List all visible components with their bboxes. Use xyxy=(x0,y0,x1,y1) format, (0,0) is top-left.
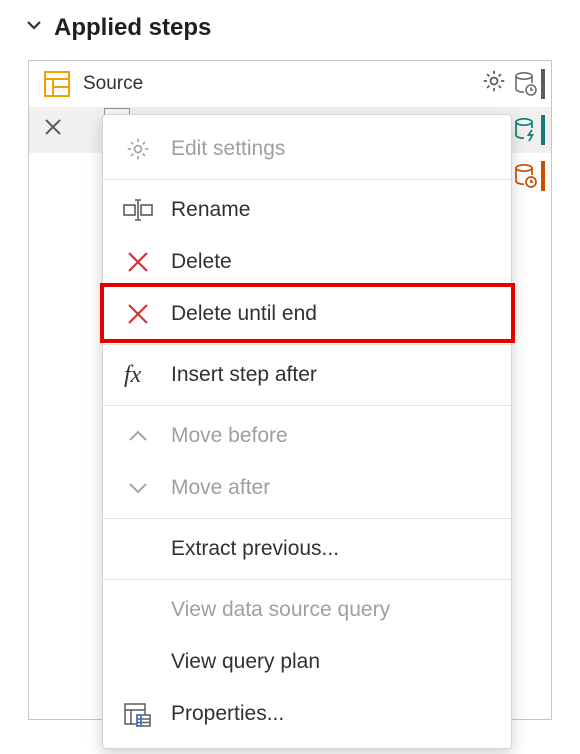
menu-properties[interactable]: Properties... xyxy=(103,688,511,740)
menu-label: Properties... xyxy=(171,702,284,726)
menu-label: View data source query xyxy=(171,598,390,622)
delete-x-icon xyxy=(123,299,153,329)
menu-view-data-source-query[interactable]: View data source query xyxy=(103,584,511,636)
panel-title: Applied steps xyxy=(54,14,211,42)
step-label: Source xyxy=(79,73,473,95)
table-icon xyxy=(43,70,71,98)
blank-icon xyxy=(123,595,153,625)
menu-label: Edit settings xyxy=(171,137,285,161)
menu-label: Insert step after xyxy=(171,363,317,387)
menu-move-after[interactable]: Move after xyxy=(103,462,511,514)
chevron-down-icon xyxy=(123,473,153,503)
menu-label: View query plan xyxy=(171,650,320,674)
delete-x-icon xyxy=(123,247,153,277)
placeholder-icon xyxy=(73,116,101,144)
database-lightning-icon xyxy=(513,115,545,145)
menu-edit-settings[interactable]: Edit settings xyxy=(103,123,511,175)
menu-separator xyxy=(103,179,511,180)
close-icon[interactable] xyxy=(41,115,65,145)
step-source[interactable]: Source xyxy=(29,61,551,107)
menu-label: Move after xyxy=(171,476,270,500)
menu-label: Delete xyxy=(171,250,232,274)
properties-icon xyxy=(123,699,153,729)
menu-rename[interactable]: Rename xyxy=(103,184,511,236)
database-clock-icon xyxy=(513,161,545,191)
menu-label: Delete until end xyxy=(171,302,317,326)
svg-text:fx: fx xyxy=(124,362,142,388)
menu-insert-step-after[interactable]: fx Insert step after xyxy=(103,349,511,401)
menu-label: Rename xyxy=(171,198,250,222)
menu-separator xyxy=(103,518,511,519)
fx-icon: fx xyxy=(123,360,153,390)
applied-steps-header[interactable]: Applied steps xyxy=(0,0,580,52)
menu-label: Extract previous... xyxy=(171,537,339,561)
gear-icon[interactable] xyxy=(481,68,507,100)
rename-icon xyxy=(123,195,153,225)
menu-separator xyxy=(103,344,511,345)
menu-separator xyxy=(103,579,511,580)
menu-extract-previous[interactable]: Extract previous... xyxy=(103,523,511,575)
gear-icon xyxy=(123,134,153,164)
menu-label: Move before xyxy=(171,424,288,448)
menu-delete-until-end[interactable]: Delete until end xyxy=(103,288,511,340)
context-menu: Edit settings Rename Delete Delete until… xyxy=(102,114,512,749)
menu-view-query-plan[interactable]: View query plan xyxy=(103,636,511,688)
chevron-up-icon xyxy=(123,421,153,451)
blank-icon xyxy=(123,534,153,564)
chevron-down-icon xyxy=(24,15,44,41)
database-clock-icon xyxy=(513,69,545,99)
blank-icon xyxy=(123,647,153,677)
menu-separator xyxy=(103,405,511,406)
menu-delete[interactable]: Delete xyxy=(103,236,511,288)
menu-move-before[interactable]: Move before xyxy=(103,410,511,462)
